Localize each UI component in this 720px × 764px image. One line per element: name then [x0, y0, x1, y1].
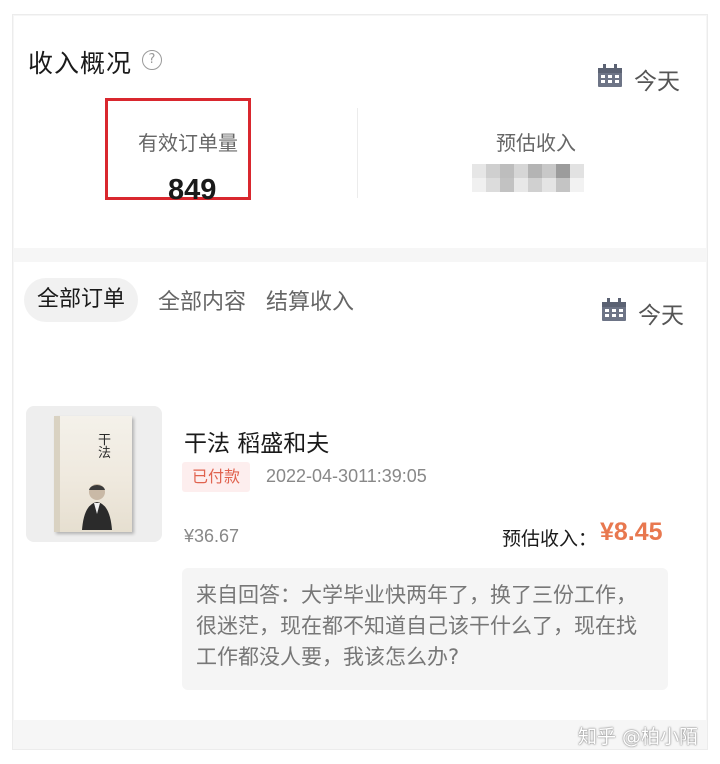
order-time: 2022-04-3011:39:05 — [266, 466, 427, 486]
valid-orders-label: 有效订单量 — [138, 131, 238, 155]
author-photo-icon — [82, 484, 112, 530]
estimated-income-item-value: ¥8.45 — [600, 518, 663, 546]
status-badge: 已付款 — [182, 462, 251, 492]
overview-date-selector[interactable]: 今天 — [634, 62, 680, 96]
calendar-icon[interactable] — [597, 64, 623, 88]
tab-all-orders[interactable]: 全部订单 — [24, 278, 138, 322]
source-answer[interactable]: 来自回答：大学毕业快两年了，换了三份工作，很迷茫，现在都不知道自己该干什么了，现… — [182, 568, 668, 690]
tab-settled-income[interactable]: 结算收入 — [266, 284, 354, 316]
product-title[interactable]: 干法 稻盛和夫 — [184, 424, 329, 458]
estimated-income-label: 预估收入 — [496, 131, 576, 155]
product-price: ¥36.67 — [184, 526, 240, 546]
calendar-icon[interactable] — [601, 298, 627, 322]
stat-divider — [357, 108, 358, 198]
estimated-income-item-label: 预估收入： — [502, 528, 598, 550]
overview-title: 收入概况 — [28, 49, 133, 78]
watermark: 知乎 @柏小陌 — [577, 726, 698, 748]
book-cover-title: 干法 — [98, 433, 112, 461]
question-circle-icon[interactable]: ? — [142, 50, 162, 70]
orders-date-selector[interactable]: 今天 — [638, 296, 684, 330]
product-cover[interactable]: 干法 — [26, 406, 162, 542]
tab-all-content[interactable]: 全部内容 — [158, 284, 246, 316]
estimated-income-value-blurred — [472, 164, 584, 192]
valid-orders-value: 849 — [168, 174, 217, 206]
book-cover-image: 干法 — [54, 416, 132, 532]
